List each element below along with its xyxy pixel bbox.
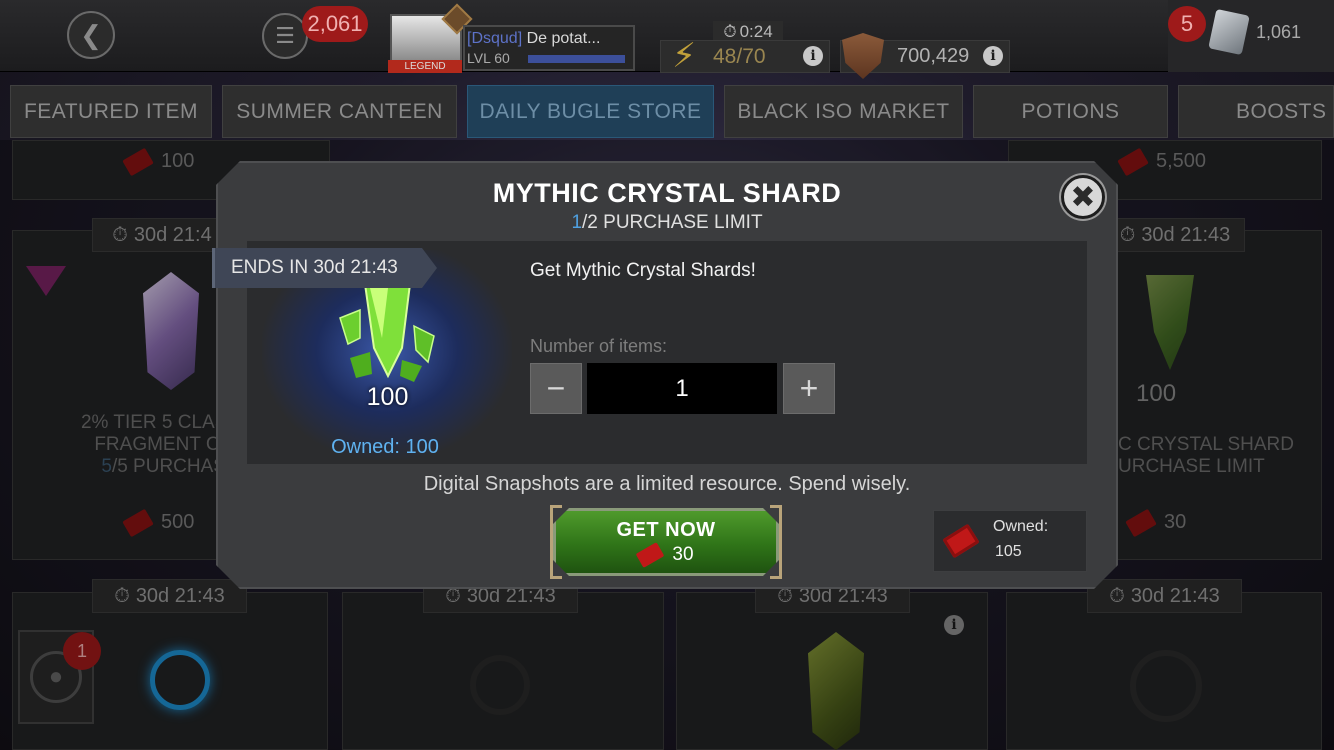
menu-button[interactable]: ☰ xyxy=(262,13,308,59)
get-now-cost: 30 xyxy=(636,541,694,568)
close-icon: ✖ xyxy=(1070,180,1096,214)
quantity-field[interactable]: 1 xyxy=(587,363,777,414)
tab-summer-canteen[interactable]: SUMMER CANTEEN xyxy=(222,85,457,138)
minus-icon: − xyxy=(546,370,566,406)
rating-info-icon[interactable]: i xyxy=(983,46,1003,66)
item-description: Get Mythic Crystal Shards! xyxy=(530,260,756,281)
ticket-icon xyxy=(636,541,665,568)
plus-icon: + xyxy=(799,370,819,406)
tab-potions[interactable]: POTIONS xyxy=(973,85,1168,138)
clock-icon: ⏱ xyxy=(723,22,737,41)
energy-info-icon[interactable]: i xyxy=(803,46,823,66)
item-quantity: 100 xyxy=(366,383,409,411)
units-count: 1,061 xyxy=(1256,22,1302,42)
back-button[interactable]: ❮ xyxy=(67,11,115,59)
tab-featured-item[interactable]: FEATURED ITEM xyxy=(10,85,212,138)
tab-boosts[interactable]: BOOSTS xyxy=(1178,85,1334,138)
purchase-limit: 1/2 PURCHASE LIMIT xyxy=(571,212,763,233)
get-now-label: GET NOW xyxy=(616,518,716,541)
close-button[interactable]: ✖ xyxy=(1061,175,1105,219)
energy-bolt-icon: ⚡ xyxy=(672,37,696,75)
mythic-crystal-icon xyxy=(339,283,435,382)
menu-icon: ☰ xyxy=(275,23,295,48)
tab-daily-bugle-store[interactable]: DAILY BUGLE STORE xyxy=(467,85,714,138)
back-arrow-icon: ❮ xyxy=(80,19,102,50)
tab-black-iso-market[interactable]: BLACK ISO MARKET xyxy=(724,85,963,138)
get-now-button[interactable]: GET NOW 30 xyxy=(553,508,779,576)
decrease-quantity-button[interactable]: − xyxy=(530,363,582,414)
xp-bar xyxy=(528,55,625,63)
currency-owned-value: 105 xyxy=(995,543,1022,560)
player-name: [Dsqud] De potat... xyxy=(467,30,601,47)
warning-text: Digital Snapshots are a limited resource… xyxy=(423,473,911,495)
currency-owned-label: Owned: xyxy=(993,518,1049,535)
avatar-label: LEGEND xyxy=(388,60,462,73)
modal-title: MYTHIC CRYSTAL SHARD xyxy=(492,178,842,208)
ends-in-banner: ENDS IN 30d 21:43 xyxy=(212,248,437,288)
increase-quantity-button[interactable]: + xyxy=(783,363,835,414)
mail-badge[interactable]: 5 xyxy=(1168,6,1206,42)
number-of-items-label: Number of items: xyxy=(530,336,668,356)
chat-badge[interactable]: 2,061 xyxy=(302,6,368,42)
owned-count: Owned: 100 xyxy=(331,436,439,458)
player-level: LVL 60 xyxy=(467,50,510,66)
